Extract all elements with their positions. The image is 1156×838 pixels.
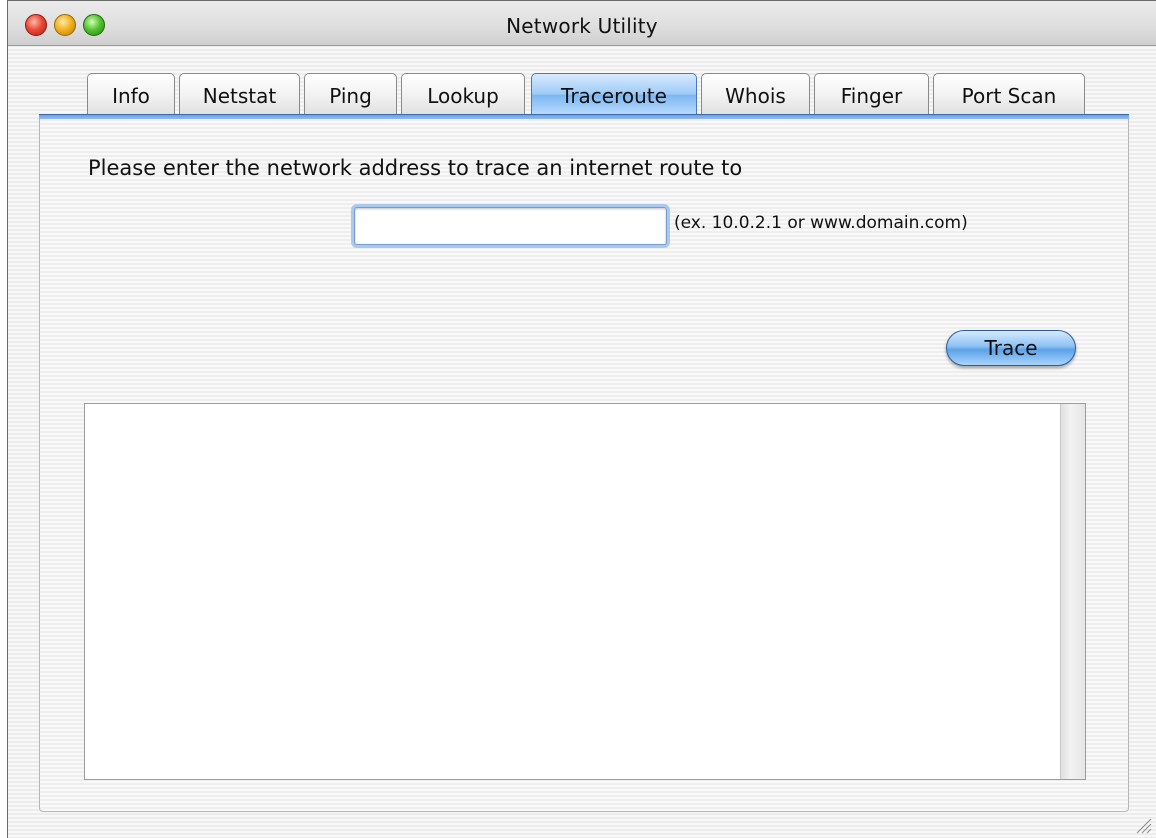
network-address-input[interactable] — [354, 207, 667, 245]
network-utility-window: Network Utility Info Netstat Ping Lookup… — [7, 0, 1156, 838]
tab-finger[interactable]: Finger — [814, 73, 929, 115]
tab-lookup[interactable]: Lookup — [401, 73, 525, 115]
output-scrollbar[interactable] — [1060, 404, 1085, 779]
traceroute-prompt: Please enter the network address to trac… — [88, 156, 743, 180]
address-example-hint: (ex. 10.0.2.1 or www.domain.com) — [674, 213, 968, 233]
tab-netstat[interactable]: Netstat — [179, 73, 300, 115]
traceroute-output[interactable] — [84, 403, 1086, 780]
tab-port-scan[interactable]: Port Scan — [933, 73, 1085, 115]
window-title: Network Utility — [506, 14, 658, 38]
resize-grip-icon[interactable] — [1132, 814, 1152, 834]
tab-ping[interactable]: Ping — [304, 73, 397, 115]
tab-traceroute[interactable]: Traceroute — [531, 73, 697, 115]
title-bar[interactable]: Network Utility — [8, 1, 1156, 46]
tab-whois[interactable]: Whois — [701, 73, 810, 115]
trace-button[interactable]: Trace — [946, 330, 1076, 366]
traceroute-panel: Please enter the network address to trac… — [39, 119, 1129, 812]
tab-info[interactable]: Info — [87, 73, 175, 115]
